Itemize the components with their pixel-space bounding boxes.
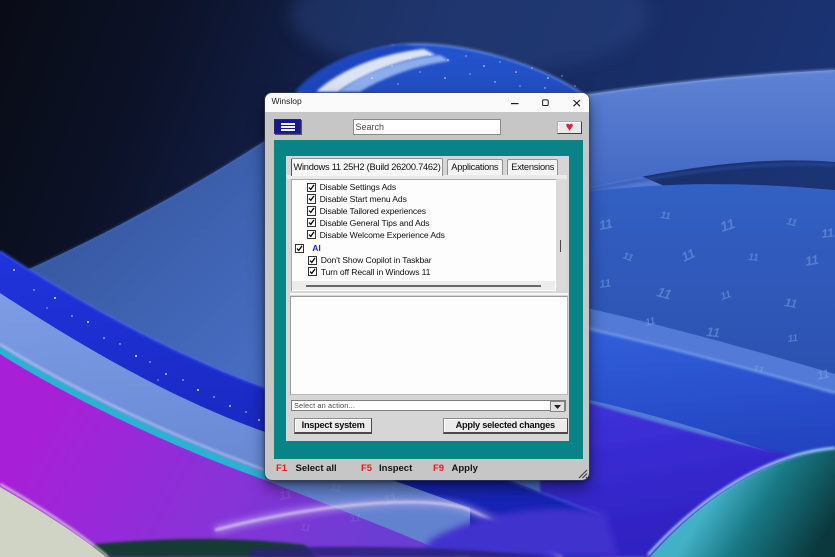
svg-text:11: 11 [300,522,312,534]
svg-text:11: 11 [748,252,760,264]
svg-text:11: 11 [660,210,672,222]
svg-text:11: 11 [820,225,835,241]
svg-text:11: 11 [804,252,820,269]
svg-text:11: 11 [706,324,721,340]
svg-text:11: 11 [599,277,612,290]
svg-text:11: 11 [787,333,799,345]
svg-text:11: 11 [349,512,361,525]
